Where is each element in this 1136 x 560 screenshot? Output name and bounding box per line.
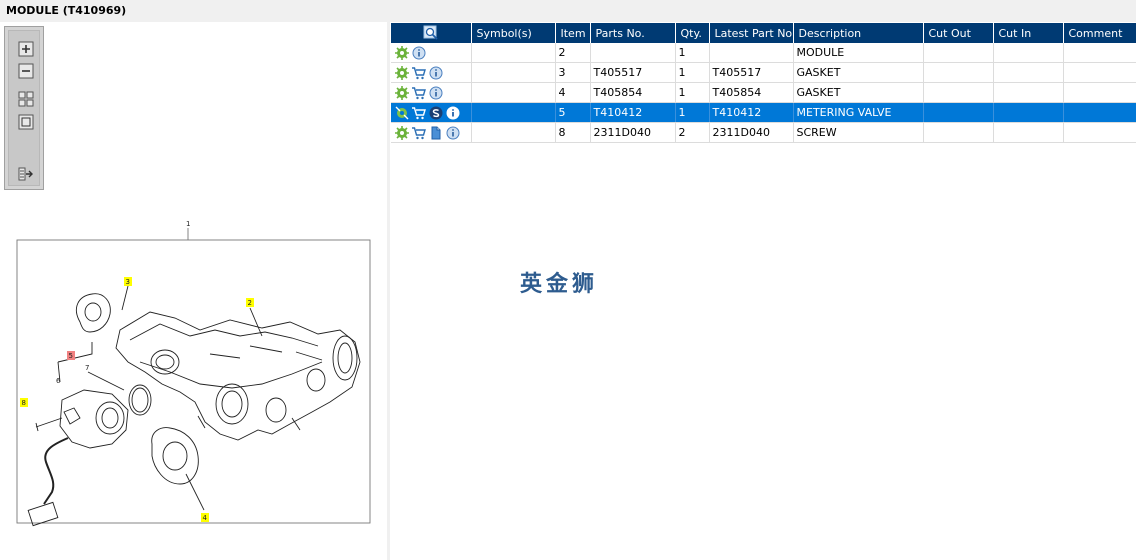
cell-latest: T410412 bbox=[709, 102, 794, 123]
cell-comment bbox=[1063, 62, 1136, 83]
gear-link-icon[interactable] bbox=[395, 106, 409, 120]
cell-item: 4 bbox=[555, 82, 591, 103]
cell-description: GASKET bbox=[793, 62, 924, 83]
cell-latest: 2311D040 bbox=[709, 122, 794, 143]
cell-cut-in bbox=[993, 82, 1064, 103]
cell-item: 3 bbox=[555, 62, 591, 83]
zoom-toolbar bbox=[4, 26, 44, 190]
cell-parts-no: T405517 bbox=[590, 62, 676, 83]
parts-table: Symbol(s) Item Parts No. Qty. Latest Par… bbox=[391, 23, 1136, 143]
zoom-in-button[interactable] bbox=[18, 41, 34, 57]
cell-parts-no: 2311D040 bbox=[590, 122, 676, 143]
header-comment[interactable]: Comment bbox=[1063, 23, 1136, 43]
callout-6: 6 bbox=[56, 377, 61, 385]
cell-comment bbox=[1063, 43, 1136, 63]
cell-qty: 1 bbox=[675, 82, 710, 103]
cell-parts-no: T410412 bbox=[590, 102, 676, 123]
cell-cut-out bbox=[923, 43, 994, 63]
callout-4: 4 bbox=[203, 514, 208, 522]
cell-item: 5 bbox=[555, 102, 591, 123]
cell-description: GASKET bbox=[793, 82, 924, 103]
callout-5: 5 bbox=[69, 352, 73, 360]
header-parts-no[interactable]: Parts No. bbox=[590, 23, 676, 43]
info-icon[interactable] bbox=[446, 106, 460, 120]
cell-cut-in bbox=[993, 122, 1064, 143]
cell-item: 2 bbox=[555, 43, 591, 63]
table-header: Symbol(s) Item Parts No. Qty. Latest Par… bbox=[391, 23, 1136, 43]
cart-icon[interactable] bbox=[412, 126, 426, 140]
cart-icon[interactable] bbox=[412, 66, 426, 80]
callout-1: 1 bbox=[186, 220, 190, 228]
header-qty[interactable]: Qty. bbox=[675, 23, 710, 43]
table-row[interactable]: 3 T405517 1 T405517 GASKET bbox=[391, 62, 1136, 83]
gear-icon[interactable] bbox=[395, 65, 409, 80]
cell-cut-out bbox=[923, 62, 994, 83]
supersession-icon[interactable] bbox=[429, 106, 443, 120]
header-item[interactable]: Item bbox=[555, 23, 591, 43]
info-icon[interactable] bbox=[429, 86, 443, 100]
zoom-out-button[interactable] bbox=[18, 63, 34, 79]
cell-comment bbox=[1063, 102, 1136, 123]
callout-3: 3 bbox=[126, 278, 130, 286]
cell-parts-no bbox=[590, 43, 676, 63]
cell-comment bbox=[1063, 82, 1136, 103]
callout-7: 7 bbox=[85, 364, 89, 372]
fit-all-button[interactable] bbox=[18, 91, 34, 107]
actual-size-button[interactable] bbox=[18, 114, 34, 130]
table-row[interactable]: 4 T405854 1 T405854 GASKET bbox=[391, 82, 1136, 103]
cell-parts-no: T405854 bbox=[590, 82, 676, 103]
cell-cut-in bbox=[993, 43, 1064, 63]
actual-size-icon bbox=[18, 114, 34, 130]
header-search[interactable] bbox=[391, 23, 472, 43]
watermark-text: 英金狮 bbox=[520, 272, 599, 297]
header-cut-in[interactable]: Cut In bbox=[993, 23, 1064, 43]
fit-all-icon bbox=[18, 91, 34, 107]
info-icon[interactable] bbox=[412, 46, 426, 60]
cart-icon[interactable] bbox=[412, 86, 426, 100]
cell-latest: T405517 bbox=[709, 62, 794, 83]
cell-qty: 2 bbox=[675, 122, 710, 143]
zoom-out-icon bbox=[18, 63, 34, 79]
parts-illustration[interactable]: 1 2 3 4 5 6 7 8 bbox=[0, 212, 387, 557]
cell-description: SCREW bbox=[793, 122, 924, 143]
export-button[interactable] bbox=[18, 166, 34, 182]
header-cut-out[interactable]: Cut Out bbox=[923, 23, 994, 43]
cell-description: MODULE bbox=[793, 43, 924, 63]
cell-qty: 1 bbox=[675, 62, 710, 83]
document-icon[interactable] bbox=[429, 126, 443, 140]
callout-8: 8 bbox=[22, 399, 26, 407]
cell-cut-out bbox=[923, 102, 994, 123]
cell-cut-in bbox=[993, 102, 1064, 123]
gear-icon[interactable] bbox=[395, 85, 409, 100]
cell-qty: 1 bbox=[675, 102, 710, 123]
cell-cut-in bbox=[993, 62, 1064, 83]
zoom-in-icon bbox=[18, 41, 34, 57]
cell-comment bbox=[1063, 122, 1136, 143]
column-search-icon bbox=[423, 25, 438, 40]
gear-icon[interactable] bbox=[395, 125, 409, 140]
cell-description: METERING VALVE bbox=[793, 102, 924, 123]
parts-list-pane: Symbol(s) Item Parts No. Qty. Latest Par… bbox=[390, 22, 1136, 560]
callout-2: 2 bbox=[248, 299, 252, 307]
cell-item: 8 bbox=[555, 122, 591, 143]
table-row-selected[interactable]: 5 T410412 1 T410412 METERING VALVE bbox=[391, 102, 1136, 123]
header-description[interactable]: Description bbox=[793, 23, 924, 43]
info-icon[interactable] bbox=[446, 126, 460, 140]
header-symbols[interactable]: Symbol(s) bbox=[471, 23, 556, 43]
cell-cut-out bbox=[923, 122, 994, 143]
export-icon bbox=[18, 167, 33, 181]
table-row[interactable]: 8 2311D040 2 2311D040 SCREW bbox=[391, 122, 1136, 143]
cell-latest: T405854 bbox=[709, 82, 794, 103]
gear-icon[interactable] bbox=[395, 45, 409, 60]
cart-icon[interactable] bbox=[412, 106, 426, 120]
info-icon[interactable] bbox=[429, 66, 443, 80]
cell-qty: 1 bbox=[675, 43, 710, 63]
table-row[interactable]: 2 1 MODULE bbox=[391, 43, 1136, 63]
illustration-pane[interactable]: 1 2 3 4 5 6 7 8 bbox=[0, 22, 387, 560]
window-title: MODULE (T410969) bbox=[0, 0, 1136, 22]
cell-latest bbox=[709, 43, 794, 63]
cell-cut-out bbox=[923, 82, 994, 103]
header-latest-part-no[interactable]: Latest Part No. bbox=[709, 23, 794, 43]
